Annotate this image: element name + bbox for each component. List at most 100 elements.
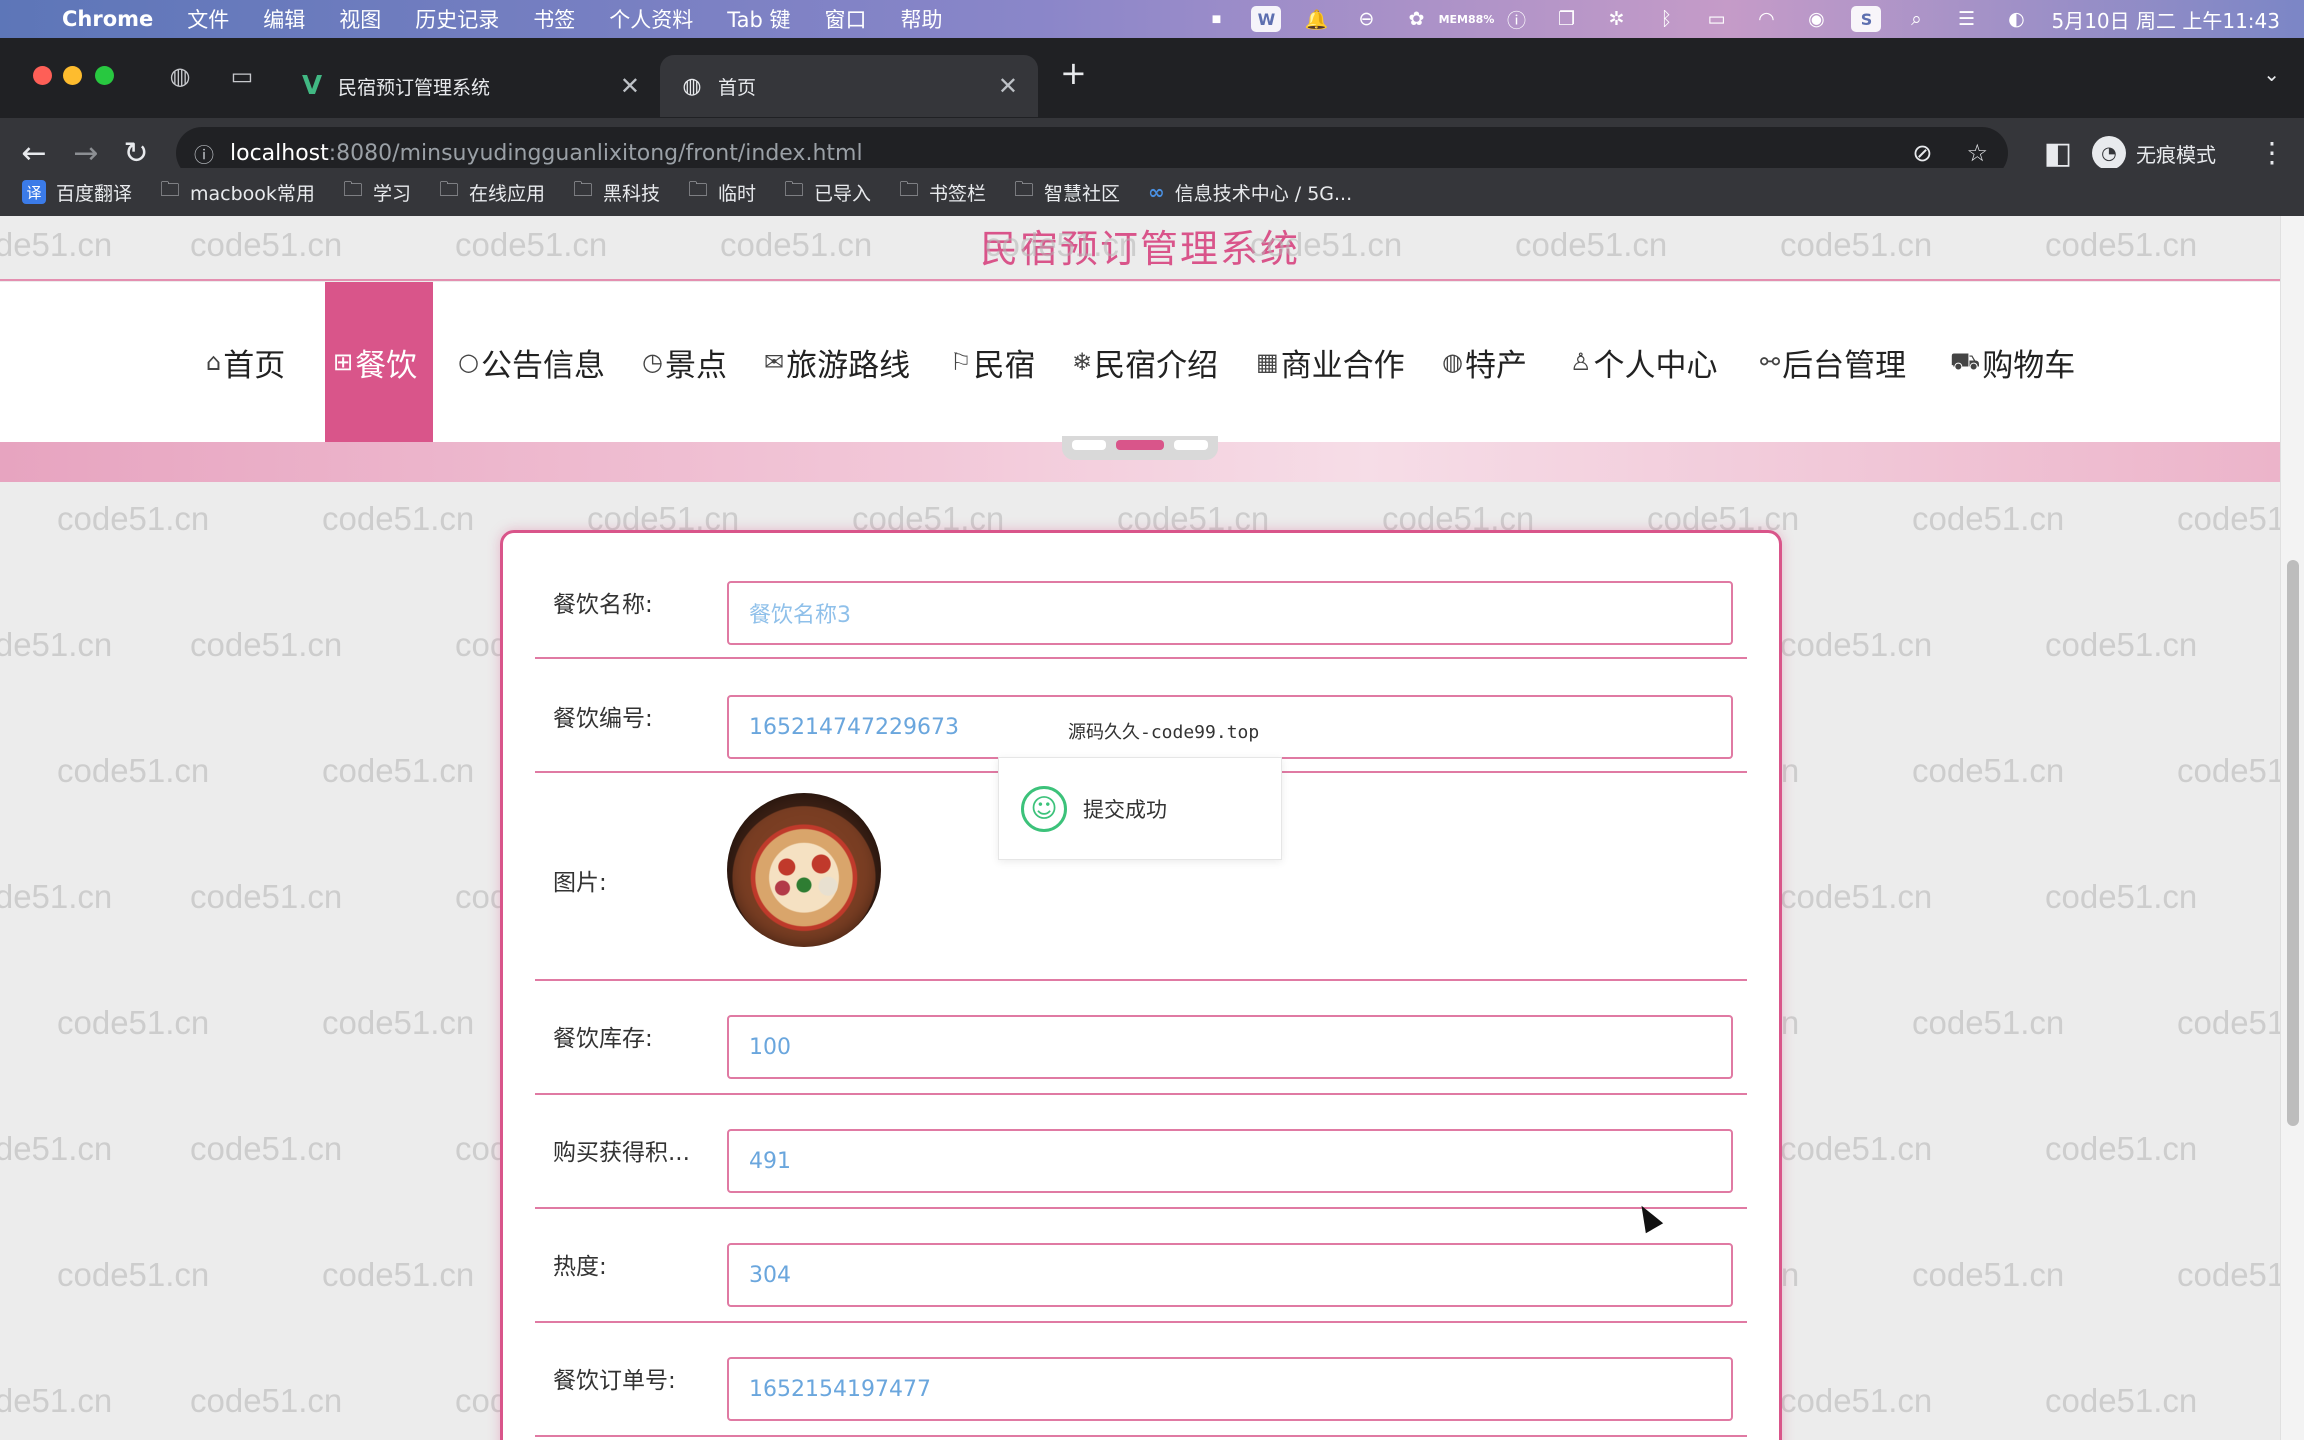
bookmark-folder-study[interactable]: 🗀 学习 (343, 175, 411, 209)
side-panel-icon[interactable]: ◧ (2040, 135, 2076, 171)
nav-item-specialties[interactable]: ◍ 特产 (1442, 282, 1527, 442)
tab-title: 首页 (718, 76, 757, 99)
nav-item-homestays[interactable]: ⚐ 民宿 (950, 282, 1036, 442)
info-icon[interactable]: ⓘ (1501, 6, 1531, 32)
source-overlay-text: 源码久久-code99.top (1068, 722, 1260, 743)
clock[interactable]: 5月10日 周二 上午11:43 (2051, 5, 2280, 34)
nav-item-home[interactable]: ⌂ 首页 (206, 282, 285, 442)
nav-item-routes[interactable]: ✉ 旅游路线 (764, 282, 910, 442)
bookmark-folder-online-apps[interactable]: 🗀 在线应用 (439, 175, 545, 209)
grid-icon: ⊞ (333, 348, 354, 376)
w-app-icon[interactable]: W (1251, 6, 1282, 32)
forward-arrow-icon[interactable]: → (68, 135, 104, 171)
stop-icon[interactable]: ⏹ (1201, 6, 1231, 32)
more-menu-icon[interactable]: ⋮ (2258, 136, 2286, 169)
battery-icon[interactable]: ▭ (1701, 6, 1731, 32)
bookmark-folder-imported[interactable]: 🗀 已导入 (784, 175, 871, 209)
siri-icon[interactable]: ◐ (2001, 6, 2031, 32)
carousel-dot[interactable] (1072, 440, 1106, 450)
control-center-icon[interactable]: ☰ (1951, 6, 1981, 32)
app-icon[interactable]: ✿ (1401, 6, 1431, 32)
reload-icon[interactable]: ↻ (118, 135, 154, 171)
stock-field[interactable]: 100 (727, 1015, 1733, 1079)
minus-circle-icon[interactable]: ⊖ (1351, 6, 1381, 32)
nav-item-dining[interactable]: ⊞ 餐饮 (325, 282, 433, 442)
dish-image[interactable] (727, 793, 881, 947)
tab-booking-system[interactable]: V 民宿预订管理系统 ✕ (280, 55, 660, 117)
close-icon[interactable]: ✕ (620, 72, 640, 100)
fan-icon[interactable]: ✲ (1601, 6, 1631, 32)
name-field[interactable]: 餐饮名称3 (727, 581, 1733, 645)
nav-item-personal-center[interactable]: ♙ 个人中心 (1570, 282, 1718, 442)
menu-bookmarks[interactable]: 书签 (516, 4, 592, 34)
eye-off-icon[interactable]: ⊘ (1912, 139, 1932, 167)
menu-history[interactable]: 历史记录 (398, 4, 516, 34)
bookmark-folder-macbook[interactable]: 🗀 macbook常用 (160, 175, 315, 209)
order-field[interactable]: 1652154197477 (727, 1357, 1733, 1421)
nav-item-admin[interactable]: ⚯ 后台管理 (1760, 282, 1906, 442)
bookmark-label: 在线应用 (468, 182, 545, 205)
main-nav: ⌂ 首页 ⊞ 餐饮 ○ 公告信息 ◷ 景点 ✉ 旅游路线 ⚐ 民宿 ❄ 民宿介绍 ▦ 商业合作 … (0, 282, 2280, 442)
zoom-window-button[interactable] (95, 66, 114, 85)
nav-item-announcements[interactable]: ○ 公告信息 (458, 282, 605, 442)
tab-search-chevron-icon[interactable]: ⌄ (2263, 62, 2280, 86)
nav-item-attractions[interactable]: ◷ 景点 (642, 282, 727, 442)
nav-label: 公告信息 (480, 347, 605, 384)
scrollbar-thumb[interactable] (2287, 560, 2299, 1126)
new-tab-button[interactable]: + (1060, 54, 1087, 92)
tab-home[interactable]: ◍ 首页 ✕ (660, 55, 1038, 117)
s-app-icon[interactable]: S (1851, 6, 1882, 32)
menu-view[interactable]: 视图 (322, 4, 398, 34)
watermark-text: code51.cn (322, 752, 475, 789)
bookmark-folder-temp[interactable]: 🗀 临时 (688, 175, 756, 209)
memory-monitor[interactable]: MEM 88% (1439, 6, 1495, 32)
menu-app-name[interactable]: Chrome (58, 7, 170, 31)
bookmark-folder-tech[interactable]: 🗀 黑科技 (573, 175, 660, 209)
search-icon[interactable]: ⌕ (1901, 6, 1931, 32)
stock-label: 餐饮库存: (553, 1026, 653, 1052)
nav-item-homestay-intro[interactable]: ❄ 民宿介绍 (1072, 282, 1218, 442)
watermark-text: code51.cn (322, 1004, 475, 1041)
heat-field[interactable]: 304 (727, 1243, 1733, 1307)
pinned-tab-blank[interactable]: ▭ (220, 58, 264, 94)
menu-tab[interactable]: Tab 键 (710, 4, 807, 34)
menu-file[interactable]: 文件 (170, 4, 246, 34)
nav-item-business[interactable]: ▦ 商业合作 (1256, 282, 1405, 442)
user-icon[interactable]: ◉ (1801, 6, 1831, 32)
bell-icon[interactable]: 🔔 (1301, 6, 1331, 32)
bookmark-it-center[interactable]: ∞ 信息技术中心 / 5G... (1148, 179, 1352, 206)
form-row-code: 餐饮编号: 165214747229673 (535, 659, 1747, 773)
windows-icon[interactable]: ❐ (1551, 6, 1581, 32)
minimize-window-button[interactable] (63, 66, 82, 85)
close-window-button[interactable] (33, 66, 52, 85)
menu-help[interactable]: 帮助 (884, 4, 960, 34)
pinned-tab-globe[interactable]: ◍ (158, 58, 202, 94)
back-arrow-icon[interactable]: ← (16, 135, 52, 171)
page-scrollbar[interactable] (2280, 216, 2304, 1440)
menu-window[interactable]: 窗口 (808, 4, 884, 34)
close-icon[interactable]: ✕ (998, 72, 1018, 100)
menu-profile[interactable]: 个人资料 (592, 4, 710, 34)
bookmark-label: macbook常用 (190, 182, 315, 205)
bluetooth-icon[interactable]: ᛒ (1651, 6, 1681, 32)
heat-label: 热度: (553, 1254, 607, 1280)
incognito-label: 无痕模式 (2136, 142, 2216, 167)
points-field[interactable]: 491 (727, 1129, 1733, 1193)
bookmark-folder-bookmarks-bar[interactable]: 🗀 书签栏 (899, 175, 986, 209)
bookmark-label: 学习 (372, 182, 411, 205)
folder-icon: 🗀 (438, 177, 459, 201)
watermark-text: code51.cn (57, 1256, 210, 1293)
folder-icon: 🗀 (687, 177, 708, 201)
carousel-dot-active[interactable] (1116, 440, 1164, 450)
star-icon[interactable]: ☆ (1966, 139, 1988, 167)
macos-menu-bar: Chrome 文件 编辑 视图 历史记录 书签 个人资料 Tab 键 窗口 帮助… (0, 0, 2304, 38)
wifi-icon[interactable]: ◠ (1751, 6, 1781, 32)
carousel-dot[interactable] (1174, 440, 1208, 450)
nav-item-cart[interactable]: ⛟ 购物车 (1950, 282, 2075, 442)
menu-edit[interactable]: 编辑 (246, 4, 322, 34)
bookmark-folder-smart-community[interactable]: 🗀 智慧社区 (1014, 175, 1120, 209)
site-info-icon[interactable]: ⓘ (194, 139, 214, 168)
url-host: localhost (230, 140, 329, 166)
bookmark-baidu-fanyi[interactable]: 译百度翻译 (22, 179, 132, 206)
form-row-points: 购买获得积... 491 (535, 1095, 1747, 1209)
